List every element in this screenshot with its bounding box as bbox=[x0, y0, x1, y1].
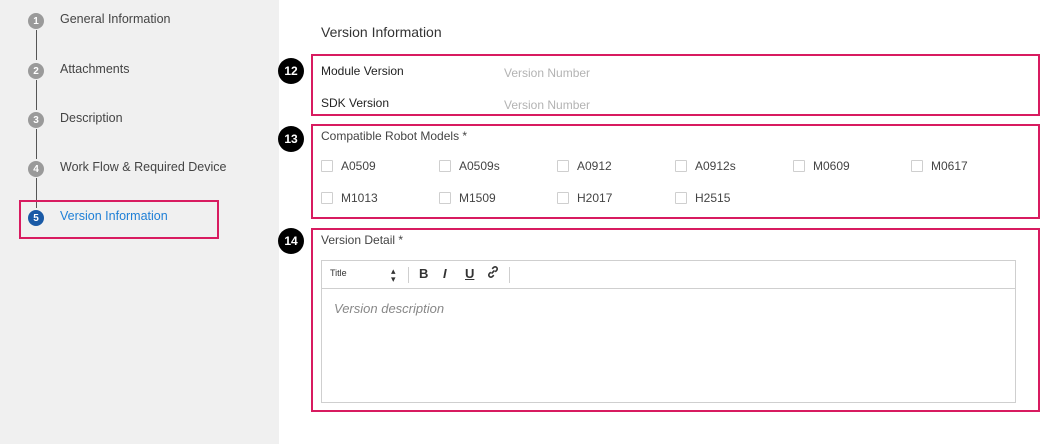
checkbox-m0609[interactable]: M0609 bbox=[793, 159, 850, 173]
heading-select[interactable]: Title bbox=[330, 268, 347, 278]
checkbox-label: M0609 bbox=[813, 159, 850, 173]
compatible-models-label: Compatible Robot Models * bbox=[321, 129, 468, 143]
editor-placeholder[interactable]: Version description bbox=[334, 301, 444, 316]
step-number: 4 bbox=[28, 161, 44, 177]
checkbox-m0617[interactable]: M0617 bbox=[911, 159, 968, 173]
toolbar-divider bbox=[509, 267, 510, 283]
checkbox-label: A0509 bbox=[341, 159, 376, 173]
checkbox-label: M0617 bbox=[931, 159, 968, 173]
step-number: 2 bbox=[28, 63, 44, 79]
editor-toolbar: Title ▴ ▾ B I U bbox=[322, 261, 1015, 289]
checkbox-label: M1013 bbox=[341, 191, 378, 205]
select-arrows-icon[interactable]: ▴ ▾ bbox=[391, 267, 396, 284]
checkbox-label: A0912 bbox=[577, 159, 612, 173]
checkbox-a0509[interactable]: A0509 bbox=[321, 159, 376, 173]
checkbox-box[interactable] bbox=[321, 192, 333, 204]
sdk-version-label: SDK Version bbox=[321, 96, 390, 110]
step-connector bbox=[36, 129, 37, 159]
callout-badge-12: 12 bbox=[278, 58, 304, 84]
step-label: Version Information bbox=[60, 209, 168, 223]
step-description[interactable]: 3 Description bbox=[28, 110, 123, 130]
step-work-flow[interactable]: 4 Work Flow & Required Device bbox=[28, 159, 227, 179]
bold-button[interactable]: B bbox=[419, 266, 428, 281]
step-label: General Information bbox=[60, 12, 171, 26]
checkbox-box[interactable] bbox=[675, 160, 687, 172]
checkbox-box[interactable] bbox=[557, 160, 569, 172]
checkbox-box[interactable] bbox=[557, 192, 569, 204]
step-number: 5 bbox=[28, 210, 44, 226]
step-sidebar: 1 General Information 2 Attachments 3 De… bbox=[0, 0, 279, 444]
page-title: Version Information bbox=[321, 24, 442, 40]
step-label: Work Flow & Required Device bbox=[60, 160, 227, 174]
checkbox-box[interactable] bbox=[793, 160, 805, 172]
underline-button[interactable]: U bbox=[465, 266, 474, 281]
checkbox-m1509[interactable]: M1509 bbox=[439, 191, 496, 205]
checkbox-label: M1509 bbox=[459, 191, 496, 205]
module-version-input[interactable] bbox=[504, 66, 684, 80]
step-general-information[interactable]: 1 General Information bbox=[28, 11, 170, 31]
checkbox-label: A0912s bbox=[695, 159, 736, 173]
callout-badge-14: 14 bbox=[278, 228, 304, 254]
rich-text-editor[interactable]: Title ▴ ▾ B I U Version description bbox=[321, 260, 1016, 403]
step-label: Description bbox=[60, 111, 123, 125]
checkbox-box[interactable] bbox=[321, 160, 333, 172]
checkbox-h2515[interactable]: H2515 bbox=[675, 191, 730, 205]
step-connector bbox=[36, 80, 37, 110]
sdk-version-input[interactable] bbox=[504, 98, 684, 112]
checkbox-box[interactable] bbox=[675, 192, 687, 204]
italic-button[interactable]: I bbox=[443, 266, 447, 281]
version-detail-label: Version Detail * bbox=[321, 233, 404, 247]
toolbar-divider bbox=[408, 267, 409, 283]
step-connector bbox=[36, 30, 37, 60]
link-icon[interactable] bbox=[486, 265, 500, 282]
checkbox-a0912s[interactable]: A0912s bbox=[675, 159, 736, 173]
step-number: 1 bbox=[28, 13, 44, 29]
checkbox-h2017[interactable]: H2017 bbox=[557, 191, 612, 205]
checkbox-box[interactable] bbox=[911, 160, 923, 172]
checkbox-label: A0509s bbox=[459, 159, 500, 173]
checkbox-box[interactable] bbox=[439, 160, 451, 172]
checkbox-a0509s[interactable]: A0509s bbox=[439, 159, 500, 173]
step-version-information[interactable]: 5 Version Information bbox=[28, 208, 168, 228]
step-label: Attachments bbox=[60, 62, 130, 76]
callout-badge-13: 13 bbox=[278, 126, 304, 152]
checkbox-label: H2017 bbox=[577, 191, 613, 205]
checkbox-label: H2515 bbox=[695, 191, 731, 205]
step-number: 3 bbox=[28, 112, 44, 128]
checkbox-box[interactable] bbox=[439, 192, 451, 204]
step-attachments[interactable]: 2 Attachments bbox=[28, 61, 129, 81]
checkbox-m1013[interactable]: M1013 bbox=[321, 191, 378, 205]
module-version-label: Module Version bbox=[321, 64, 404, 78]
checkbox-a0912[interactable]: A0912 bbox=[557, 159, 612, 173]
